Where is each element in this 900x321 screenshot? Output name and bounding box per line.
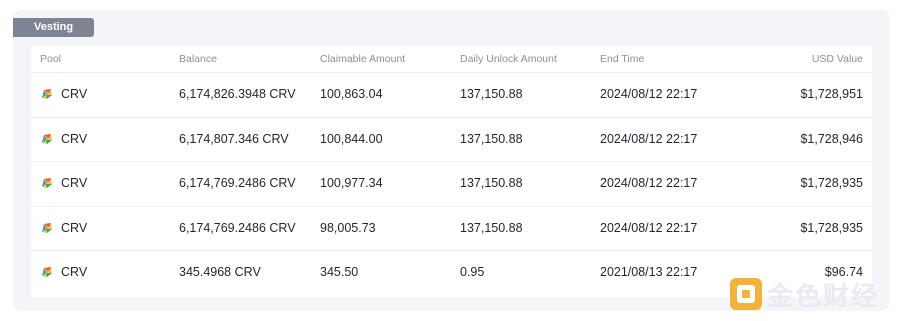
pool-label: CRV bbox=[61, 176, 88, 191]
cell-claimable-amount: 345.50 bbox=[320, 265, 359, 280]
cell-pool: CRV bbox=[40, 132, 87, 146]
crv-token-icon bbox=[42, 178, 52, 189]
watermark-text: 金色财经 bbox=[767, 281, 880, 312]
cell-end-time: 2024/08/12 22:17 bbox=[600, 176, 698, 191]
pool-label: CRV bbox=[61, 220, 88, 235]
crv-token-icon bbox=[42, 133, 52, 144]
cell-daily-unlock-amount: 137,150.88 bbox=[460, 131, 523, 146]
cell-usd-value: $1,728,935 bbox=[800, 220, 863, 235]
crv-token-icon bbox=[42, 222, 52, 233]
cell-daily-unlock-amount: 137,150.88 bbox=[460, 220, 523, 235]
cell-end-time: 2024/08/12 22:17 bbox=[600, 87, 698, 101]
jinse-logo-icon bbox=[730, 278, 762, 310]
pool-label: CRV bbox=[61, 131, 88, 146]
table-row[interactable]: CRV 6,174,807.346 CRV 100,844.00 137,150.88… bbox=[31, 116, 872, 162]
cell-balance: 6,174,807.346 CRV bbox=[179, 131, 289, 146]
cell-end-time: 2024/08/12 22:17 bbox=[600, 131, 698, 146]
table-row[interactable]: CRV 6,174,769.2486 CRV 100,977.34 137,150.8… bbox=[31, 161, 872, 206]
cell-end-time: 2024/08/12 22:17 bbox=[600, 220, 698, 235]
cell-pool: CRV bbox=[40, 87, 87, 101]
header-balance[interactable]: Balance bbox=[179, 53, 217, 65]
header-daily-unlock-amount[interactable]: Daily Unlock Amount bbox=[460, 53, 557, 65]
section-tag-vesting: Vesting bbox=[13, 18, 94, 37]
cell-pool: CRV bbox=[40, 265, 87, 279]
cell-claimable-amount: 98,005.73 bbox=[320, 220, 376, 235]
cell-usd-value: $1,728,946 bbox=[800, 131, 863, 146]
pool-label: CRV bbox=[61, 265, 88, 280]
cell-claimable-amount: 100,863.04 bbox=[320, 87, 383, 101]
cell-usd-value: $1,728,935 bbox=[800, 176, 863, 191]
cell-end-time: 2021/08/13 22:17 bbox=[600, 265, 698, 280]
cell-balance: 6,174,769.2486 CRV bbox=[179, 220, 296, 235]
cell-balance: 6,174,769.2486 CRV bbox=[179, 176, 296, 191]
header-claimable-amount[interactable]: Claimable Amount bbox=[320, 53, 405, 65]
header-pool[interactable]: Pool bbox=[40, 53, 61, 65]
cell-balance: 6,174,826.3948 CRV bbox=[179, 87, 296, 101]
header-usd-value[interactable]: USD Value bbox=[812, 53, 863, 65]
cell-usd-value: $1,728,951 bbox=[800, 87, 863, 101]
header-end-time[interactable]: End Time bbox=[600, 53, 644, 65]
cell-pool: CRV bbox=[40, 176, 87, 190]
table-row[interactable]: CRV 6,174,769.2486 CRV 98,005.73 137,150.88… bbox=[31, 205, 872, 251]
cell-daily-unlock-amount: 137,150.88 bbox=[460, 87, 523, 101]
cell-pool: CRV bbox=[40, 221, 87, 235]
cell-claimable-amount: 100,844.00 bbox=[320, 131, 383, 146]
crv-token-icon bbox=[42, 89, 52, 99]
crv-token-icon bbox=[42, 267, 52, 278]
table-header: Pool Balance Claimable Amount Daily Unlo… bbox=[31, 46, 872, 72]
cell-balance: 345.4968 CRV bbox=[179, 265, 261, 280]
vesting-table: Pool Balance Claimable Amount Daily Unlo… bbox=[31, 46, 872, 297]
cell-daily-unlock-amount: 137,150.88 bbox=[460, 176, 523, 191]
cell-daily-unlock-amount: 0.95 bbox=[460, 265, 485, 280]
watermark: 金色财经 bbox=[730, 278, 880, 312]
pool-label: CRV bbox=[61, 87, 88, 101]
table-row[interactable]: CRV 6,174,826.3948 CRV 100,863.04 137,150.8… bbox=[31, 72, 872, 117]
cell-claimable-amount: 100,977.34 bbox=[320, 176, 383, 191]
